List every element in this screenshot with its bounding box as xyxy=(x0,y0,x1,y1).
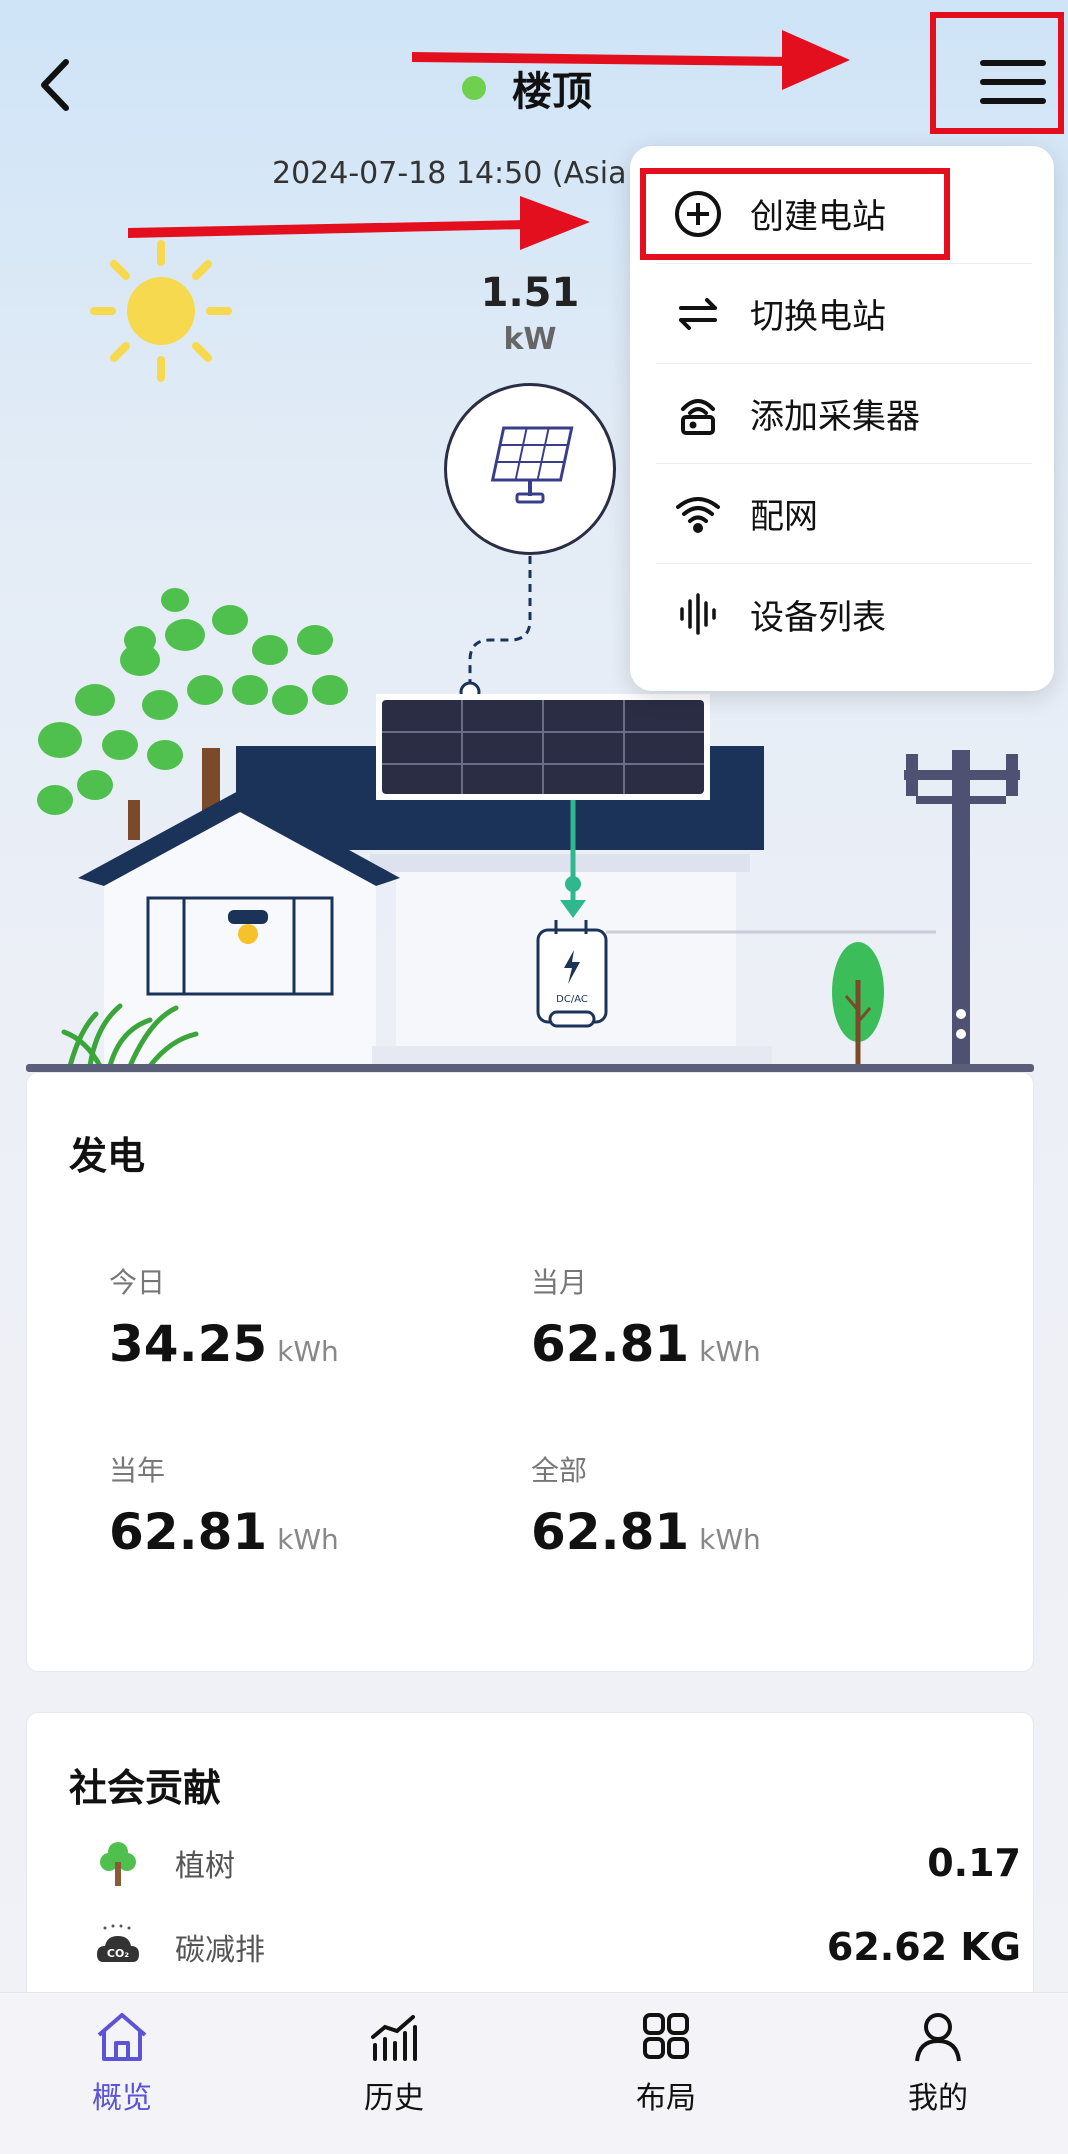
menu-item-label: 配网 xyxy=(750,497,818,537)
stat-label: 今日 xyxy=(109,1266,166,1299)
soundwave-icon xyxy=(670,586,726,642)
stat-unit: kWh xyxy=(277,1335,339,1368)
tree-icon xyxy=(100,1842,136,1886)
social-value: 62.62 KG xyxy=(826,1925,1021,1969)
stat-unit: kWh xyxy=(277,1523,339,1556)
social-label: 碳减排 xyxy=(175,1933,265,1968)
social-row-carbon: CO₂ 碳减排 62.62 KG xyxy=(95,1917,1021,1977)
home-icon xyxy=(97,2013,147,2061)
stat-month: 当月 62.81 kWh xyxy=(531,1261,761,1373)
power-unit: kW xyxy=(503,322,557,357)
stat-unit: kWh xyxy=(699,1335,761,1368)
menu-item-network-config[interactable]: 配网 xyxy=(656,464,1032,564)
solar-panel-node[interactable] xyxy=(444,383,616,555)
menu-item-add-collector[interactable]: 添加采集器 xyxy=(656,364,1032,464)
social-label: 植树 xyxy=(175,1849,235,1884)
stat-today: 今日 34.25 kWh xyxy=(109,1261,339,1373)
stat-unit: kWh xyxy=(699,1523,761,1556)
stat-year: 当年 62.81 kWh xyxy=(109,1449,339,1561)
social-row-trees: 植树 0.17 xyxy=(95,1833,1021,1893)
social-contribution-card: 社会贡献 植树 0.17 CO₂ 碳减排 62.62 KG xyxy=(26,1712,1034,2012)
social-value: 0.17 xyxy=(927,1841,1021,1885)
inverter-label: DC/AC xyxy=(556,994,588,1005)
stat-value: 62.81 xyxy=(531,1503,690,1561)
nav-label: 布局 xyxy=(636,2081,696,2116)
nav-label: 概览 xyxy=(92,2081,152,2116)
menu-item-label: 设备列表 xyxy=(750,597,886,638)
co2-cloud-icon: CO₂ xyxy=(97,1924,139,1962)
nav-label: 历史 xyxy=(364,2081,424,2116)
nav-label: 我的 xyxy=(908,2081,968,2116)
stat-value: 34.25 xyxy=(109,1315,268,1373)
nav-profile[interactable]: 我的 xyxy=(868,2009,1008,2117)
social-title: 社会贡献 xyxy=(69,1766,222,1810)
router-icon xyxy=(670,386,726,442)
bottom-nav: 概览 历史 布局 我的 xyxy=(0,1992,1068,2154)
bar-chart-icon xyxy=(371,2015,417,2061)
nav-history[interactable]: 历史 xyxy=(324,2009,464,2117)
wifi-icon xyxy=(670,486,726,542)
user-icon xyxy=(915,2013,961,2062)
stat-label: 当月 xyxy=(531,1266,588,1299)
stat-label: 全部 xyxy=(531,1454,588,1487)
menu-item-label: 添加采集器 xyxy=(750,397,920,437)
stat-label: 当年 xyxy=(109,1454,166,1487)
generation-title: 发电 xyxy=(69,1134,146,1178)
stat-value: 62.81 xyxy=(531,1315,690,1373)
svg-text:CO₂: CO₂ xyxy=(107,1947,129,1960)
stat-total: 全部 62.81 kWh xyxy=(531,1449,761,1561)
annotation-arrows xyxy=(128,30,850,250)
nav-layout[interactable]: 布局 xyxy=(596,2009,736,2117)
solar-panel-icon xyxy=(490,426,574,504)
generation-card: 发电 今日 34.25 kWh 当月 62.81 kWh 当年 62.81 kWh 全… xyxy=(26,1072,1034,1672)
grid-icon xyxy=(643,2013,689,2059)
stat-value: 62.81 xyxy=(109,1503,268,1561)
nav-overview[interactable]: 概览 xyxy=(52,2009,192,2117)
menu-item-device-list[interactable]: 设备列表 xyxy=(656,564,1032,664)
